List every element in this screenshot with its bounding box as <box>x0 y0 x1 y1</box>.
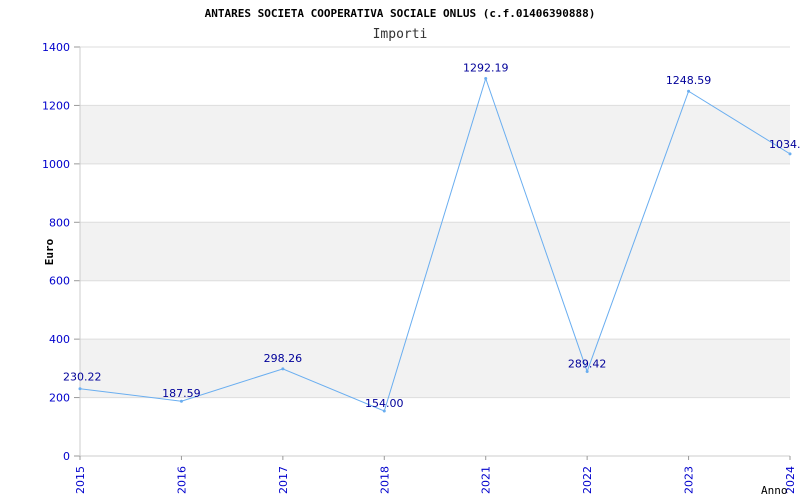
data-point <box>788 152 792 156</box>
x-tick-label: 2023 <box>683 466 696 494</box>
y-tick-label: 800 <box>49 216 70 229</box>
data-label: 289.42 <box>568 357 607 370</box>
x-tick-labels: 2015 2016 2017 2018 2021 2022 2023 2024 <box>74 456 797 494</box>
data-point <box>484 76 488 80</box>
x-tick-label: 2017 <box>277 466 290 494</box>
y-tick-label: 400 <box>49 333 70 346</box>
x-tick-label: 2015 <box>74 466 87 494</box>
data-label: 154.00 <box>365 397 404 410</box>
x-tick-label: 2021 <box>480 466 493 494</box>
grid-bands <box>80 105 790 398</box>
data-label: 298.26 <box>264 352 303 365</box>
grid-band <box>80 105 790 164</box>
chart-title: ANTARES SOCIETA COOPERATIVA SOCIALE ONLU… <box>205 7 596 20</box>
data-label: 230.22 <box>63 371 102 384</box>
data-point <box>281 367 285 371</box>
y-tick-label: 1400 <box>42 41 70 54</box>
x-tick-label: 2016 <box>175 466 188 494</box>
data-point <box>687 89 691 93</box>
y-tick-label: 0 <box>63 450 70 463</box>
y-axis-label: Euro <box>43 238 56 265</box>
data-label: 1292.19 <box>463 61 509 74</box>
grid-band <box>80 222 790 281</box>
x-tick-label: 2018 <box>378 466 391 494</box>
x-axis-label: Anno <box>761 484 788 497</box>
y-tick-label: 1000 <box>42 158 70 171</box>
chart: 0 200 400 600 800 1000 1200 1400 2015 2016 2017 20… <box>0 0 800 500</box>
y-tick-label: 600 <box>49 275 70 288</box>
chart-subtitle: Importi <box>373 27 428 42</box>
y-tick-label: 1200 <box>42 99 70 112</box>
data-label: 187.59 <box>162 387 201 400</box>
x-tick-label: 2022 <box>581 466 594 494</box>
data-point <box>78 387 82 391</box>
data-label: 1034.2 <box>769 138 800 151</box>
line-chart: 0 200 400 600 800 1000 1200 1400 2015 2016 2017 20… <box>42 7 800 497</box>
y-tick-label: 200 <box>49 392 70 405</box>
data-label: 1248.59 <box>666 74 712 87</box>
